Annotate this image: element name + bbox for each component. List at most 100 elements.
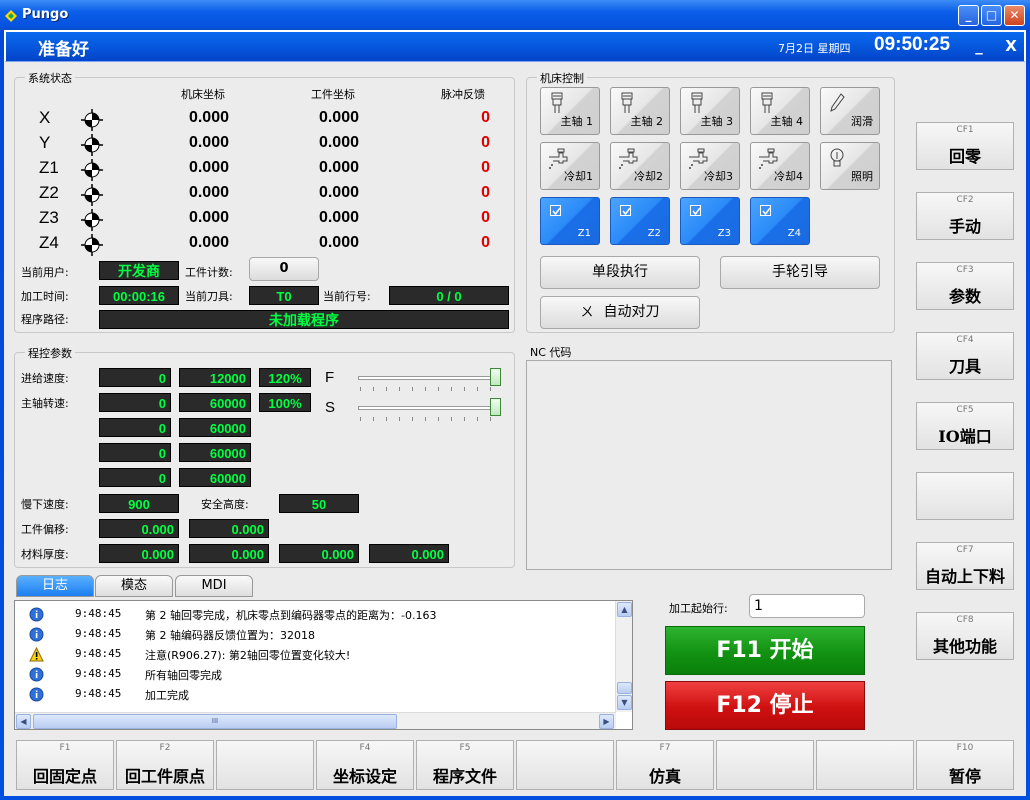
- z1-select-button[interactable]: Z1: [540, 197, 600, 245]
- function-label: 参数: [948, 287, 981, 306]
- spindle-icon: [547, 92, 567, 114]
- axis-home-icon: [81, 209, 103, 231]
- feed-slider-thumb[interactable]: [490, 368, 501, 386]
- checkbox-icon: [760, 205, 771, 216]
- log-time: 9:48:45: [75, 607, 122, 620]
- scroll-left-icon[interactable]: ◀: [16, 714, 31, 729]
- info-icon: [29, 667, 44, 682]
- system-status-panel: 系统状态 机床坐标 工件坐标 脉冲反馈 X 0.000 0.000 0 Y 0.000 0.…: [14, 70, 515, 333]
- function-label: 其他功能: [932, 637, 997, 656]
- scroll-down-icon[interactable]: ▼: [617, 695, 632, 710]
- param-max-value: 60000: [179, 393, 251, 412]
- system-status-label: 系统状态: [25, 70, 75, 86]
- feed-override-slider[interactable]: [358, 368, 508, 394]
- stop-button[interactable]: F12 停止: [665, 681, 865, 730]
- bottom-function-button[interactable]: F7 仿真: [616, 740, 714, 790]
- right-function-button[interactable]: CF4 刀具: [916, 332, 1014, 380]
- lighting-button[interactable]: 照明: [820, 142, 880, 190]
- spindle-4-button[interactable]: 主轴 4: [750, 87, 810, 135]
- spindle-override-slider[interactable]: [358, 398, 508, 424]
- start-line-input[interactable]: 1: [749, 594, 865, 618]
- log-list[interactable]: 9:48:45 第 2 轴回零完成，机床零点到编码器零点的距离为：-0.163 9:…: [14, 600, 633, 730]
- param-current-value: 0: [99, 443, 171, 462]
- coolant-2-button[interactable]: 冷却2: [610, 142, 670, 190]
- right-function-button[interactable]: CF7 自动上下料: [916, 542, 1014, 590]
- coolant-1-button[interactable]: 冷却1: [540, 142, 600, 190]
- z4-select-button[interactable]: Z4: [750, 197, 810, 245]
- coolant-3-button[interactable]: 冷却3: [680, 142, 740, 190]
- scroll-up-icon[interactable]: ▲: [617, 602, 632, 617]
- auto-tool-setting-label: 自动对刀: [603, 304, 660, 320]
- bottom-function-button[interactable]: [716, 740, 814, 790]
- right-function-button[interactable]: [916, 472, 1014, 520]
- spindle-1-button[interactable]: 主轴 1: [540, 87, 600, 135]
- function-label: 手动: [948, 217, 981, 236]
- bottom-function-button[interactable]: F5 程序文件: [416, 740, 514, 790]
- bottom-function-button[interactable]: F4 坐标设定: [316, 740, 414, 790]
- window-title: Pungo: [22, 7, 69, 22]
- slow-speed-label: 慢下速度:: [21, 498, 69, 511]
- close-window-button[interactable]: ✕: [1004, 5, 1025, 26]
- axis-home-icon: [81, 234, 103, 256]
- spindle-slider-thumb[interactable]: [490, 398, 501, 416]
- tab-modal[interactable]: 模态: [95, 575, 173, 597]
- bottom-function-button[interactable]: [816, 740, 914, 790]
- single-step-button[interactable]: 单段执行: [540, 256, 700, 289]
- nc-code-view[interactable]: [526, 360, 892, 570]
- right-function-button[interactable]: CF1 回零: [916, 122, 1014, 170]
- scroll-right-icon[interactable]: ▶: [599, 714, 614, 729]
- button-label: Z1: [577, 228, 591, 239]
- checkbox-icon: [620, 205, 631, 216]
- start-button[interactable]: F11 开始: [665, 626, 865, 675]
- axis-home-icon: [81, 159, 103, 181]
- right-function-button[interactable]: CF5 IO端口: [916, 402, 1014, 450]
- machine-coord-header: 机床坐标: [181, 88, 225, 101]
- spindle-2-button[interactable]: 主轴 2: [610, 87, 670, 135]
- header-minimize-button[interactable]: _: [968, 35, 990, 59]
- button-label: Z3: [717, 228, 731, 239]
- material-thickness-value: 0.000: [369, 544, 449, 563]
- axis-name: Z1: [39, 158, 59, 177]
- tab-mdi[interactable]: MDI: [175, 575, 253, 597]
- bottom-function-button[interactable]: [516, 740, 614, 790]
- work-coordinate: 0.000: [318, 109, 359, 126]
- axis-name: Z3: [39, 208, 59, 227]
- title-bar: Pungo _ □ ✕: [0, 0, 1030, 30]
- param-max-value: 60000: [179, 418, 251, 437]
- right-function-button[interactable]: CF3 参数: [916, 262, 1014, 310]
- bottom-function-button[interactable]: [216, 740, 314, 790]
- right-function-button[interactable]: CF8 其他功能: [916, 612, 1014, 660]
- spindle-3-button[interactable]: 主轴 3: [680, 87, 740, 135]
- tab-log[interactable]: 日志: [16, 575, 94, 597]
- button-label: 冷却3: [704, 170, 733, 183]
- log-time: 9:48:45: [75, 647, 122, 660]
- spindle-slider-ticks: [360, 417, 496, 421]
- z3-select-button[interactable]: Z3: [680, 197, 740, 245]
- coolant-4-button[interactable]: 冷却4: [750, 142, 810, 190]
- log-vertical-scrollbar[interactable]: ▲ ▼: [615, 601, 632, 712]
- maximize-button[interactable]: □: [981, 5, 1002, 26]
- bottom-function-button[interactable]: F2 回工件原点: [116, 740, 214, 790]
- bottom-function-button[interactable]: F1 回固定点: [16, 740, 114, 790]
- work-offset-value: 0.000: [99, 519, 179, 538]
- right-function-button[interactable]: CF2 手动: [916, 192, 1014, 240]
- header-close-button[interactable]: X: [1000, 35, 1022, 59]
- start-line-label: 加工起始行:: [669, 602, 728, 615]
- lubrication-button[interactable]: 润滑: [820, 87, 880, 135]
- log-horizontal-scrollbar[interactable]: ◀ III ▶: [15, 712, 616, 729]
- minimize-button[interactable]: _: [958, 5, 979, 26]
- bottom-function-button[interactable]: F10 暂停: [916, 740, 1014, 790]
- function-key: CF4: [956, 335, 974, 345]
- function-label: 仿真: [648, 767, 681, 786]
- scroll-thumb-horizontal[interactable]: III: [33, 714, 397, 729]
- user-value: 开发商: [99, 261, 179, 280]
- z2-select-button[interactable]: Z2: [610, 197, 670, 245]
- handwheel-guide-button[interactable]: 手轮引导: [720, 256, 880, 289]
- scroll-thumb-vertical[interactable]: [617, 682, 632, 694]
- auto-tool-setting-button[interactable]: ㄨ自动对刀: [540, 296, 700, 329]
- button-label: 润滑: [851, 115, 873, 128]
- work-offset-label: 工件偏移:: [21, 523, 69, 536]
- work-count-button[interactable]: 0: [249, 257, 319, 281]
- function-key: CF1: [956, 125, 974, 135]
- function-label: 自动上下料: [924, 567, 1005, 586]
